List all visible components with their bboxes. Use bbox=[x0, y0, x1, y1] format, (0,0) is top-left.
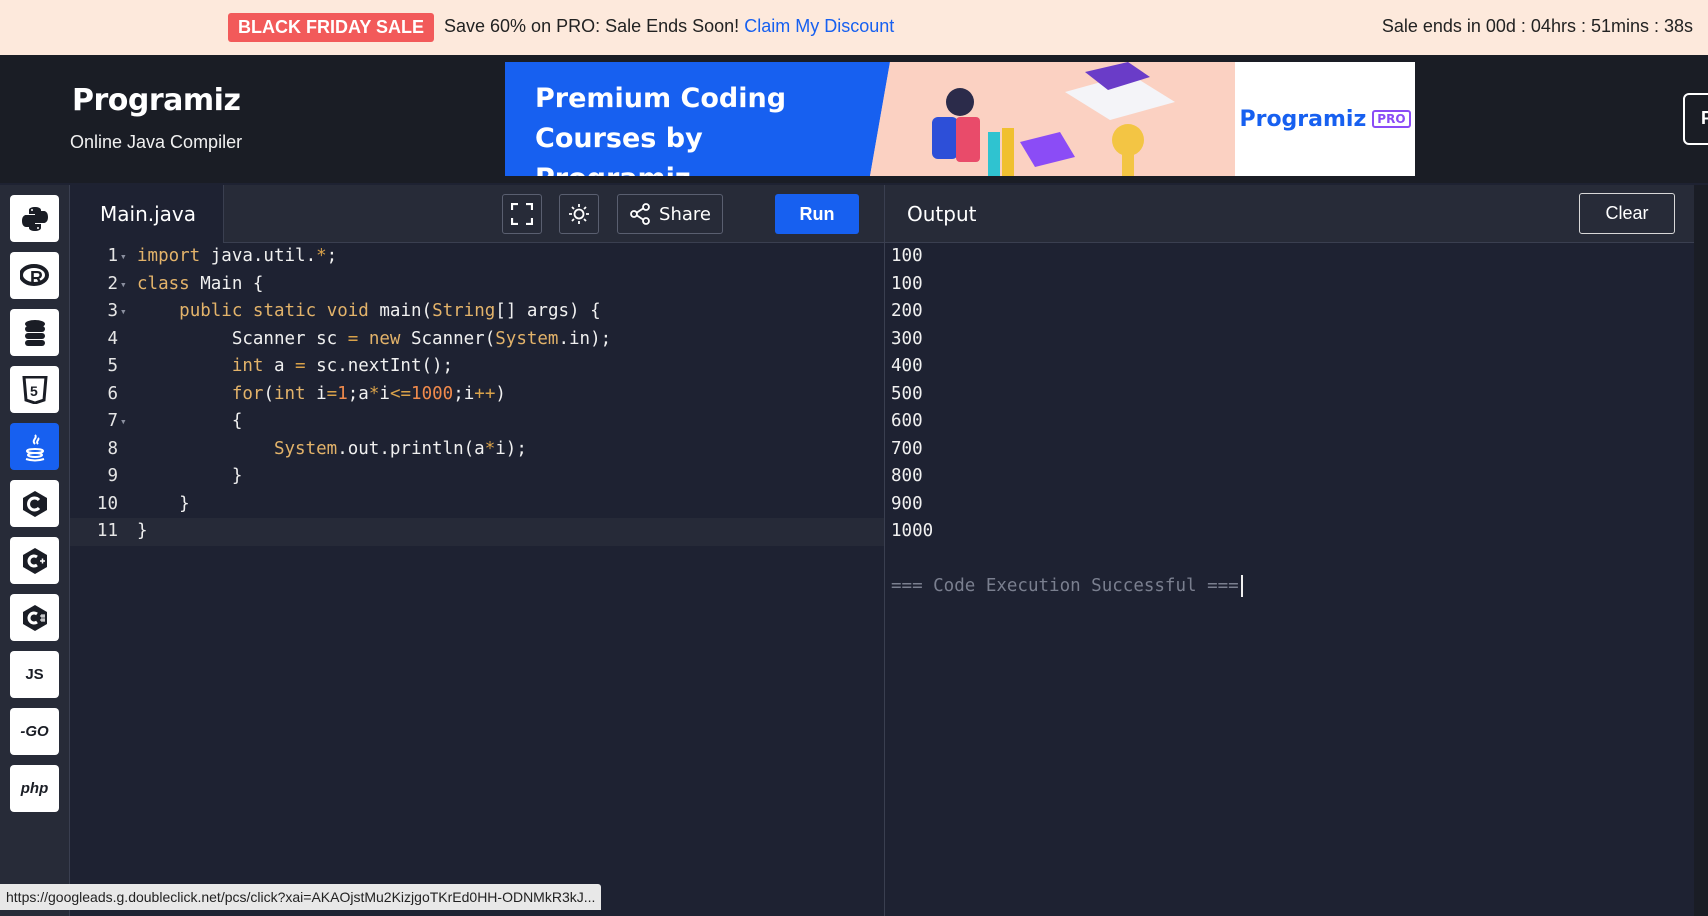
code-text: for(int i=1;a*i<=1000;i++) bbox=[231, 383, 506, 404]
fold-arrow-icon[interactable]: ▾ bbox=[120, 271, 127, 299]
code-line-7: 7 ▾ { bbox=[70, 408, 884, 436]
page-scrollbar[interactable] bbox=[1694, 185, 1708, 916]
code-text: class Main { bbox=[137, 273, 264, 294]
output-line: 200 bbox=[891, 301, 923, 321]
code-line-2: 2 ▾ class Main { bbox=[70, 271, 884, 299]
code-text: Scanner sc = new Scanner(System.in); bbox=[137, 328, 612, 349]
theme-toggle-icon[interactable] bbox=[559, 194, 599, 234]
fold-arrow-icon[interactable]: ▾ bbox=[120, 243, 127, 271]
output-line: 800 bbox=[891, 466, 923, 486]
run-button[interactable]: Run bbox=[775, 194, 859, 234]
output-line: 100 bbox=[891, 273, 923, 294]
code-text: { bbox=[137, 411, 243, 431]
output-toolbar: Output Clear bbox=[884, 185, 1694, 243]
programiz-logo[interactable]: Programiz bbox=[72, 83, 241, 118]
execution-status-text: === Code Execution Successful === bbox=[891, 576, 1239, 596]
code-line-11: 11} bbox=[70, 518, 884, 546]
html-icon[interactable]: 5 bbox=[10, 366, 59, 413]
editor-toolbar: Main.java Share Run bbox=[70, 185, 884, 243]
ad-pro-badge: PRO bbox=[1372, 110, 1411, 128]
output-title: Output bbox=[907, 202, 977, 226]
code-text: } bbox=[137, 466, 243, 486]
ad-illustration bbox=[870, 62, 1235, 176]
output-line: 700 bbox=[891, 438, 923, 459]
output-line: 300 bbox=[891, 328, 923, 349]
code-text: } bbox=[137, 493, 190, 514]
code-line-4: 4 Scanner sc = new Scanner(System.in); bbox=[70, 326, 884, 354]
output-line: 900 bbox=[891, 493, 923, 514]
csharp-icon[interactable] bbox=[10, 594, 59, 641]
share-button[interactable]: Share bbox=[617, 194, 723, 234]
code-text: public static void main(String[] args) { bbox=[179, 301, 601, 321]
code-text: int a = sc.nextInt(); bbox=[231, 356, 454, 376]
svg-text:5: 5 bbox=[30, 383, 38, 399]
ad-banner[interactable]: Premium Coding Courses by Programiz Prog… bbox=[505, 62, 1415, 176]
promo-message: Save 60% on PRO: Sale Ends Soon! Claim M… bbox=[444, 16, 894, 37]
code-text: System.out.println(a*i); bbox=[273, 438, 527, 459]
promo-text: Save 60% on PRO: Sale Ends Soon! bbox=[444, 16, 740, 36]
code-line-6: 6 for(int i=1;a*i<=1000;i++) bbox=[70, 381, 884, 409]
code-text: } bbox=[137, 521, 148, 541]
header-edge-button[interactable]: P bbox=[1683, 93, 1708, 145]
text-cursor bbox=[1240, 575, 1243, 597]
output-line: 400 bbox=[891, 356, 923, 376]
share-label: Share bbox=[659, 203, 711, 225]
code-line-8: 8 System.out.println(a*i); bbox=[70, 436, 884, 464]
output-line: 1000 bbox=[891, 521, 934, 541]
sale-badge: BLACK FRIDAY SALE bbox=[228, 13, 435, 42]
code-line-3: 3 ▾ public static void main(String[] args… bbox=[70, 298, 884, 326]
c-icon[interactable] bbox=[10, 480, 59, 527]
sale-timer: Sale ends in 00d : 04hrs : 51mins : 38s bbox=[1381, 16, 1693, 36]
promo-banner: BLACK FRIDAY SALE Save 60% on PRO: Sale … bbox=[0, 0, 1708, 55]
code-line-5: 5 int a = sc.nextInt(); bbox=[70, 353, 884, 381]
ad-heading-line-1: Premium Coding bbox=[535, 83, 787, 114]
ad-heading: Premium Coding Courses by Programiz bbox=[505, 62, 870, 176]
output-line: 600 bbox=[891, 411, 923, 431]
fold-arrow-icon[interactable]: ▾ bbox=[120, 298, 127, 326]
svg-text:R: R bbox=[30, 268, 43, 288]
status-bar-url: https://googleads.g.doubleclick.net/pcs/… bbox=[0, 884, 602, 910]
ad-brand: Programiz PRO bbox=[1235, 62, 1415, 176]
ad-brand-name: Programiz bbox=[1239, 106, 1367, 132]
clear-button[interactable]: Clear bbox=[1579, 193, 1675, 234]
claim-discount-link[interactable]: Claim My Discount bbox=[744, 16, 894, 36]
sql-icon[interactable] bbox=[10, 309, 59, 356]
code-line-1: 1 ▾ import java.util.*; bbox=[70, 243, 884, 271]
fullscreen-icon[interactable] bbox=[502, 194, 542, 234]
fold-arrow-icon[interactable]: ▾ bbox=[120, 408, 127, 436]
code-text: import java.util.*; bbox=[137, 246, 338, 266]
execution-status: === Code Execution Successful === bbox=[891, 573, 1243, 601]
php-icon[interactable]: php bbox=[10, 765, 59, 812]
javascript-icon[interactable]: JS bbox=[10, 651, 59, 698]
java-icon[interactable] bbox=[10, 423, 59, 470]
file-tab-main-java[interactable]: Main.java bbox=[70, 185, 224, 243]
page-subtitle: Online Java Compiler bbox=[70, 132, 243, 152]
output-console[interactable]: 100 100 200 300 400 500 600 700 800 900 … bbox=[884, 243, 1694, 916]
output-line: 100 bbox=[891, 246, 923, 266]
ad-heading-line-2: Courses by Programiz bbox=[535, 123, 703, 176]
go-icon[interactable]: -GO bbox=[10, 708, 59, 755]
language-sidebar: R 5 JS -GO php bbox=[0, 185, 70, 916]
code-editor[interactable]: 1 ▾ import java.util.*; 2 ▾ class Main { 3 ▾ … bbox=[70, 243, 884, 916]
python-icon[interactable] bbox=[10, 195, 59, 242]
header: Programiz Online Java Compiler Premium C… bbox=[0, 55, 1708, 183]
cpp-icon[interactable] bbox=[10, 537, 59, 584]
code-line-10: 10 } bbox=[70, 491, 884, 519]
share-icon bbox=[630, 203, 650, 225]
output-line: 500 bbox=[891, 383, 923, 404]
code-line-9: 9 } bbox=[70, 463, 884, 491]
r-icon[interactable]: R bbox=[10, 252, 59, 299]
